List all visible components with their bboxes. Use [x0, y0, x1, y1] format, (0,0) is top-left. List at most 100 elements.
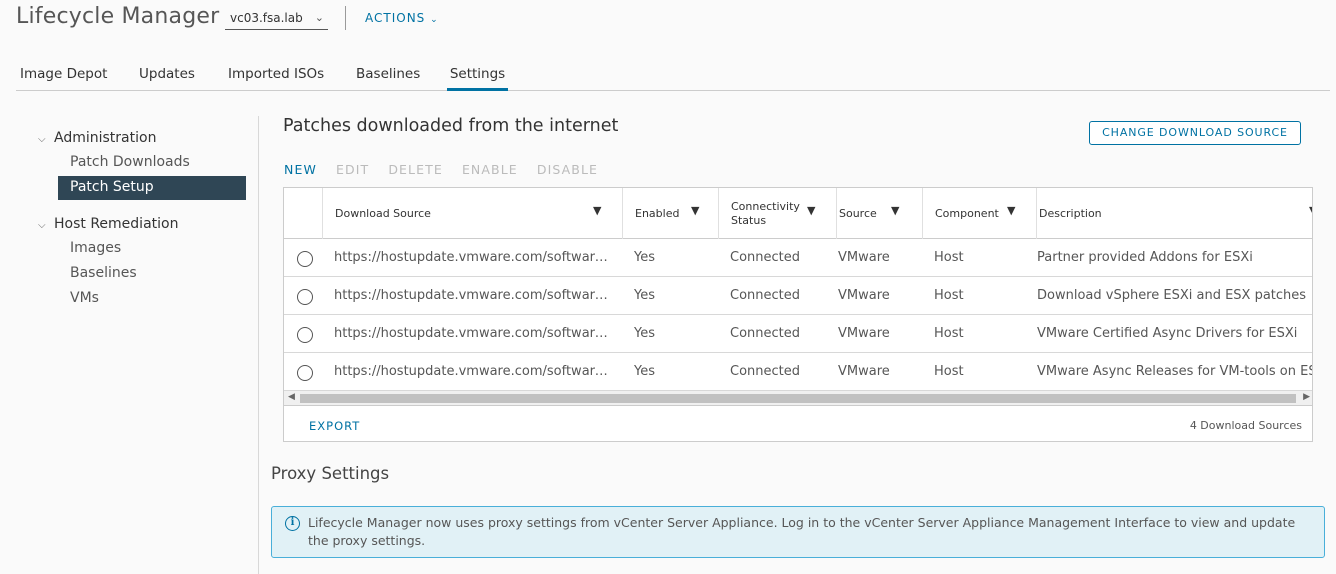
cell-description: Partner provided Addons for ESXi [1037, 250, 1253, 265]
sidebar-group-label: Host Remediation [54, 216, 179, 232]
cell-source: VMware [838, 250, 890, 265]
sidebar-item-patch-setup[interactable]: Patch Setup [58, 176, 246, 200]
table-row[interactable]: https://hostupdate.vmware.com/software/.… [284, 277, 1312, 315]
app-title: Lifecycle Manager [16, 4, 220, 29]
filter-icon[interactable]: ▼ [807, 204, 815, 217]
delete-button[interactable]: DELETE [388, 162, 443, 177]
table-row[interactable]: https://hostupdate.vmware.com/software/.… [284, 239, 1312, 277]
column-label: Enabled [635, 206, 680, 220]
sidebar-item-vms[interactable]: VMs [58, 287, 246, 311]
cell-download-source: https://hostupdate.vmware.com/software/.… [334, 326, 612, 341]
tab-updates[interactable]: Updates [139, 66, 195, 91]
tab-image-depot[interactable]: Image Depot [20, 66, 107, 91]
column-header-component[interactable]: Component ▼ [922, 188, 1036, 239]
column-label: Description [1039, 206, 1102, 220]
column-label-line: Status [731, 213, 767, 227]
column-label-line: Connectivity [731, 199, 800, 213]
cell-download-source: https://hostupdate.vmware.com/software/.… [334, 250, 612, 265]
cell-component: Host [934, 364, 964, 379]
scrollbar-thumb[interactable] [300, 394, 1296, 403]
chevron-down-icon: ⌄ [430, 15, 439, 25]
vcenter-select[interactable]: vc03.fsa.lab ⌄ [225, 8, 328, 30]
column-header-connectivity-status[interactable]: Connectivity Status ▼ [718, 188, 836, 239]
cell-connectivity-status: Connected [730, 326, 801, 341]
tab-settings[interactable]: Settings [447, 66, 508, 91]
chevron-down-icon: ⌄ [314, 11, 324, 24]
chevron-down-icon: ⌵ [38, 220, 46, 231]
row-select-radio[interactable] [297, 327, 313, 343]
new-button[interactable]: NEW [284, 162, 317, 177]
tab-imported-isos[interactable]: Imported ISOs [228, 66, 324, 91]
actions-menu-button[interactable]: ACTIONS ⌄ [365, 11, 439, 25]
column-label: Component [935, 206, 999, 220]
cell-component: Host [934, 326, 964, 341]
cell-enabled: Yes [634, 364, 655, 379]
sidebar-divider [258, 116, 259, 574]
column-header-download-source[interactable]: Download Source ▼ [322, 188, 622, 239]
filter-icon[interactable]: ▼ [1007, 204, 1015, 217]
tab-bar: Image Depot Updates Imported ISOs Baseli… [16, 60, 1330, 91]
grid-toolbar: NEW EDIT DELETE ENABLE DISABLE [284, 162, 612, 177]
header-divider [345, 6, 346, 30]
actions-label: ACTIONS [365, 11, 426, 25]
cell-enabled: Yes [634, 288, 655, 303]
cell-connectivity-status: Connected [730, 250, 801, 265]
lifecycle-manager-page: Lifecycle Manager vc03.fsa.lab ⌄ ACTIONS… [0, 0, 1336, 574]
column-header-description[interactable]: Description ▼ [1036, 188, 1312, 239]
grid-footer: EXPORT 4 Download Sources [284, 407, 1312, 441]
info-icon: i [285, 516, 300, 531]
sidebar-item-patch-downloads[interactable]: Patch Downloads [58, 151, 246, 175]
proxy-info-text: Lifecycle Manager now uses proxy setting… [308, 515, 1296, 548]
column-label: Download Source [335, 206, 431, 220]
cell-component: Host [934, 250, 964, 265]
filter-icon[interactable]: ▼ [691, 204, 699, 217]
cell-enabled: Yes [634, 250, 655, 265]
row-select-radio[interactable] [297, 289, 313, 305]
cell-download-source: https://hostupdate.vmware.com/software/.… [334, 364, 612, 379]
scroll-left-icon[interactable]: ◀ [288, 392, 295, 402]
table-row[interactable]: https://hostupdate.vmware.com/software/.… [284, 315, 1312, 353]
cell-enabled: Yes [634, 326, 655, 341]
horizontal-scrollbar[interactable]: ◀ ▶ [284, 391, 1312, 406]
row-count-label: 4 Download Sources [1189, 419, 1302, 432]
column-label: Connectivity Status [731, 200, 800, 228]
grid-header: Download Source ▼ Enabled ▼ Connectivity… [284, 188, 1312, 239]
column-label: Source [839, 206, 877, 220]
row-select-radio[interactable] [297, 251, 313, 267]
chevron-down-icon: ⌵ [38, 134, 46, 145]
section-title: Patches downloaded from the internet [283, 116, 619, 136]
cell-source: VMware [838, 288, 890, 303]
sidebar-item-images[interactable]: Images [58, 237, 246, 261]
edit-button[interactable]: EDIT [336, 162, 369, 177]
download-sources-grid: Download Source ▼ Enabled ▼ Connectivity… [283, 187, 1313, 442]
sidebar-group-label: Administration [54, 130, 157, 146]
export-button[interactable]: EXPORT [309, 419, 360, 433]
sidebar-item-baselines[interactable]: Baselines [58, 262, 246, 286]
sidebar-group-administration[interactable]: ⌵ Administration [38, 130, 156, 146]
cell-description: Download vSphere ESXi and ESX patches [1037, 288, 1307, 303]
scroll-right-icon[interactable]: ▶ [1303, 392, 1310, 402]
row-select-radio[interactable] [297, 365, 313, 381]
column-header-enabled[interactable]: Enabled ▼ [622, 188, 718, 239]
cell-description: VMware Async Releases for VM-tools on ES… [1037, 364, 1313, 379]
cell-download-source: https://hostupdate.vmware.com/software/.… [334, 288, 612, 303]
cell-connectivity-status: Connected [730, 288, 801, 303]
cell-source: VMware [838, 326, 890, 341]
cell-description: VMware Certified Async Drivers for ESXi [1037, 326, 1298, 341]
filter-icon[interactable]: ▼ [891, 204, 899, 217]
vcenter-select-value: vc03.fsa.lab [230, 11, 303, 25]
filter-icon[interactable]: ▼ [1309, 204, 1312, 217]
column-header-source[interactable]: Source ▼ [836, 188, 922, 239]
cell-source: VMware [838, 364, 890, 379]
proxy-info-alert: i Lifecycle Manager now uses proxy setti… [271, 506, 1325, 558]
tab-baselines[interactable]: Baselines [356, 66, 420, 91]
cell-component: Host [934, 288, 964, 303]
proxy-settings-title: Proxy Settings [271, 464, 390, 483]
filter-icon[interactable]: ▼ [593, 204, 601, 217]
sidebar-group-host-remediation[interactable]: ⌵ Host Remediation [38, 216, 178, 232]
disable-button[interactable]: DISABLE [537, 162, 598, 177]
cell-connectivity-status: Connected [730, 364, 801, 379]
enable-button[interactable]: ENABLE [462, 162, 518, 177]
change-download-source-button[interactable]: CHANGE DOWNLOAD SOURCE [1089, 121, 1301, 145]
table-row[interactable]: https://hostupdate.vmware.com/software/.… [284, 353, 1313, 391]
